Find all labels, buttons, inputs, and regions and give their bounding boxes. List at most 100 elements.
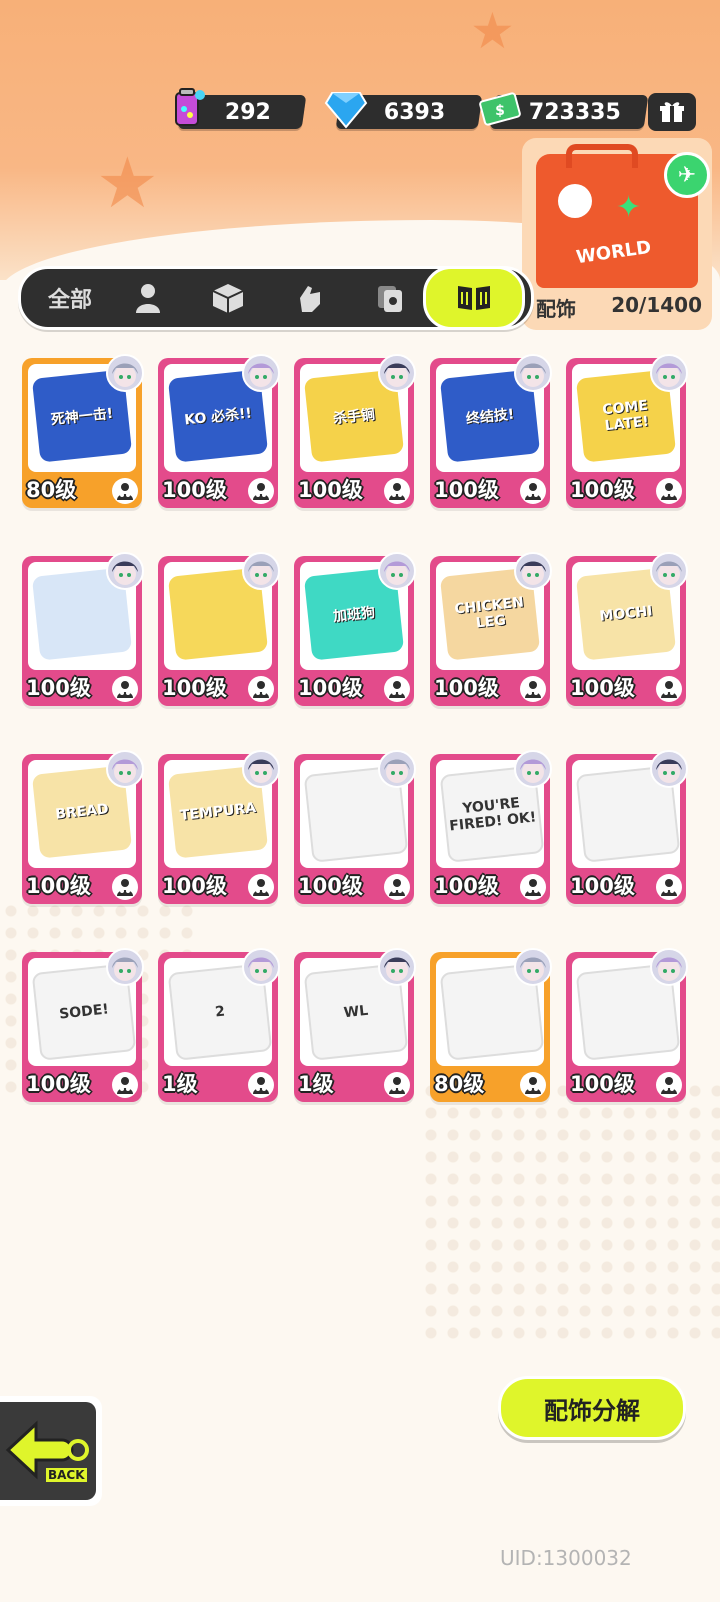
tab-book[interactable] xyxy=(423,266,525,330)
accessory-art-text: WL xyxy=(343,1002,369,1022)
accessory-art-text: 杀手锏 xyxy=(332,406,376,428)
equip-person-icon[interactable] xyxy=(112,1072,138,1098)
character-avatar xyxy=(378,750,416,788)
accessory-card[interactable]: BREAD 100级 xyxy=(22,750,144,904)
equip-person-icon[interactable] xyxy=(656,478,682,504)
tab-all-label: 全部 xyxy=(47,288,92,313)
equip-person-icon[interactable] xyxy=(520,1072,546,1098)
accessory-level: 100级 xyxy=(298,676,363,700)
accessory-level: 100级 xyxy=(26,874,91,898)
equip-person-icon[interactable] xyxy=(384,874,410,900)
accessory-level: 100级 xyxy=(162,676,227,700)
equip-person-icon[interactable] xyxy=(112,478,138,504)
accessory-card[interactable]: 100级 xyxy=(566,750,688,904)
tab-card[interactable] xyxy=(355,269,425,327)
accessory-art-text: MOCHI xyxy=(598,603,654,625)
accessory-card[interactable]: TEMPURA 100级 xyxy=(158,750,280,904)
equip-person-icon[interactable] xyxy=(248,676,274,702)
accessory-art-text: CHICKEN LEG xyxy=(453,594,525,632)
accessory-card[interactable]: 杀手锏 100级 xyxy=(294,354,416,508)
star-decoration-icon: ★ xyxy=(96,142,159,224)
equip-person-icon[interactable] xyxy=(384,676,410,702)
tab-box[interactable] xyxy=(193,269,263,327)
accessory-card[interactable]: 80级 xyxy=(430,948,552,1102)
character-avatar xyxy=(650,750,688,788)
accessory-label: 配饰 xyxy=(536,297,576,321)
back-arrow-icon xyxy=(5,1420,89,1480)
accessory-card[interactable]: 终结技! 100级 xyxy=(430,354,552,508)
accessory-art-text: 死神一击! xyxy=(50,405,114,429)
accessory-card[interactable]: 100级 xyxy=(294,750,416,904)
accessory-card[interactable]: KO 必杀!! 100级 xyxy=(158,354,280,508)
accessory-card[interactable]: 100级 xyxy=(566,948,688,1102)
character-avatar xyxy=(106,750,144,788)
character-avatar xyxy=(106,354,144,392)
tab-all[interactable]: 全部 xyxy=(31,269,109,327)
accessory-card[interactable]: 100级 xyxy=(158,552,280,706)
accessory-card[interactable]: COME LATE! 100级 xyxy=(566,354,688,508)
accessory-collection-card[interactable]: ✦ WORLD ✈ 配饰 20/1400 xyxy=(522,138,712,330)
accessory-level: 80级 xyxy=(434,1072,485,1096)
diamond-currency[interactable]: 6393 xyxy=(324,92,483,131)
character-avatar xyxy=(650,354,688,392)
equip-person-icon[interactable] xyxy=(248,874,274,900)
equip-person-icon[interactable] xyxy=(112,676,138,702)
accessory-art-text: YOU'RE FIRED! OK! xyxy=(448,795,537,835)
plane-icon: ✈ xyxy=(664,152,710,198)
accessory-card[interactable]: 死神一击! 80级 xyxy=(22,354,144,508)
accessory-level: 100级 xyxy=(162,874,227,898)
decompose-accessory-button[interactable]: 配饰分解 xyxy=(498,1376,686,1440)
dot-pattern xyxy=(420,1080,720,1340)
equip-person-icon[interactable] xyxy=(520,874,546,900)
equip-person-icon[interactable] xyxy=(656,874,682,900)
gift-menu-button[interactable] xyxy=(648,93,696,131)
accessory-card[interactable]: MOCHI 100级 xyxy=(566,552,688,706)
tab-person[interactable] xyxy=(113,269,183,327)
back-button[interactable]: BACK xyxy=(0,1396,102,1506)
accessory-card[interactable]: 加班狗 100级 xyxy=(294,552,416,706)
accessory-art-text: 加班狗 xyxy=(332,604,376,626)
star-decoration-icon: ★ xyxy=(470,2,515,60)
equip-person-icon[interactable] xyxy=(248,478,274,504)
book-icon xyxy=(458,286,490,310)
equip-person-icon[interactable] xyxy=(520,676,546,702)
accessory-card[interactable]: 100级 xyxy=(22,552,144,706)
equip-person-icon[interactable] xyxy=(520,478,546,504)
equip-person-icon[interactable] xyxy=(112,874,138,900)
equip-person-icon[interactable] xyxy=(384,478,410,504)
accessory-card[interactable]: YOU'RE FIRED! OK! 100级 xyxy=(430,750,552,904)
character-avatar xyxy=(650,552,688,590)
accessory-art-text: BREAD xyxy=(54,801,110,823)
accessory-card[interactable]: WL 1级 xyxy=(294,948,416,1102)
accessory-art-text: SODE! xyxy=(58,1001,110,1023)
accessory-level: 100级 xyxy=(570,874,635,898)
character-avatar xyxy=(514,354,552,392)
tab-hand[interactable] xyxy=(275,269,345,327)
accessory-level: 100级 xyxy=(434,676,499,700)
svg-text:$: $ xyxy=(495,103,505,119)
accessory-card[interactable]: CHICKEN LEG 100级 xyxy=(430,552,552,706)
accessory-level: 100级 xyxy=(162,478,227,502)
equip-person-icon[interactable] xyxy=(656,1072,682,1098)
accessory-level: 80级 xyxy=(26,478,77,502)
accessory-card[interactable]: 2 1级 xyxy=(158,948,280,1102)
character-avatar xyxy=(242,750,280,788)
accessory-level: 100级 xyxy=(298,478,363,502)
accessory-level: 1级 xyxy=(298,1072,334,1096)
accessory-card[interactable]: SODE! 100级 xyxy=(22,948,144,1102)
accessory-level: 1级 xyxy=(162,1072,198,1096)
character-avatar xyxy=(242,552,280,590)
character-avatar xyxy=(650,948,688,986)
gift-icon xyxy=(660,102,684,122)
character-avatar xyxy=(106,948,144,986)
equip-person-icon[interactable] xyxy=(248,1072,274,1098)
category-tab-bar: 全部 xyxy=(18,266,534,330)
equip-person-icon[interactable] xyxy=(656,676,682,702)
accessory-level: 100级 xyxy=(570,1072,635,1096)
paint-currency[interactable]: 292 xyxy=(175,88,307,131)
equip-person-icon[interactable] xyxy=(384,1072,410,1098)
user-id: UID:1300032 xyxy=(500,1546,632,1570)
cash-currency[interactable]: $ 723335 xyxy=(479,92,649,131)
diamond-icon xyxy=(324,87,368,131)
character-avatar xyxy=(514,948,552,986)
